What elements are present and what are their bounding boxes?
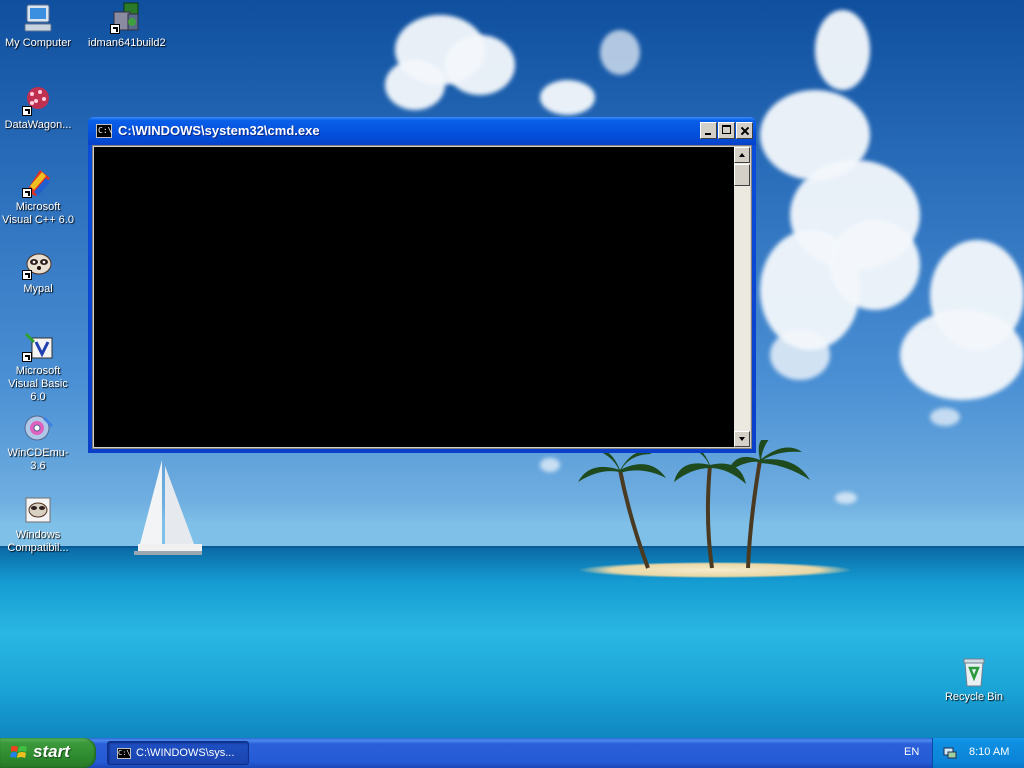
cmd-window[interactable]: C:\ C:\WINDOWS\system32\cmd.exe <box>88 117 756 453</box>
shortcut-arrow-icon <box>110 24 120 34</box>
window-title: C:\WINDOWS\system32\cmd.exe <box>118 123 320 138</box>
cloud <box>600 30 640 75</box>
desktop-icon-label: Microsoft Visual Basic 6.0 <box>8 365 68 403</box>
desktop-icon-wincdemu[interactable]: WinCDEmu-3.6 <box>0 412 76 473</box>
desktop-icon-visual-cpp[interactable]: Microsoft Visual C++ 6.0 <box>0 166 76 227</box>
desktop-icon-datawagon[interactable]: DataWagon... <box>0 84 76 132</box>
close-button[interactable] <box>736 122 753 139</box>
cloud <box>815 10 870 90</box>
cmd-app-icon[interactable]: C:\ <box>96 124 112 138</box>
cd-disc-icon <box>22 412 54 444</box>
shortcut-arrow-icon <box>22 106 32 116</box>
desktop-icon-my-computer[interactable]: My Computer <box>0 2 76 50</box>
console-frame <box>92 145 752 449</box>
system-tray: 8:10 AM <box>932 738 1024 768</box>
taskbar-button-cmd[interactable]: C:\ C:\WINDOWS\sys... <box>107 741 249 765</box>
desktop-icon-label: idman641build2 <box>88 37 166 49</box>
desktop-icon-visual-basic[interactable]: Microsoft Visual Basic 6.0 <box>0 330 76 404</box>
shortcut-arrow-icon <box>22 188 32 198</box>
desktop-icon-label: Mypal <box>23 283 53 295</box>
start-label: start <box>33 742 70 761</box>
console-output-area[interactable] <box>94 147 734 447</box>
desktop-icon-label: DataWagon... <box>4 119 72 131</box>
taskbar-button-label: C:\WINDOWS\sys... <box>136 747 235 759</box>
raccoon-icon <box>22 494 54 526</box>
shortcut-arrow-icon <box>22 270 32 280</box>
desktop-icon-windows-compatibility[interactable]: Windows Compatibil... <box>0 494 76 555</box>
cmd-task-icon: C:\ <box>117 748 131 759</box>
sailboat <box>134 460 202 555</box>
visual-basic-icon <box>22 330 54 362</box>
windows-logo-icon <box>10 746 27 758</box>
clock[interactable]: 8:10 AM <box>969 746 1009 758</box>
shortcut-arrow-icon <box>22 352 32 362</box>
taskbar: start C:\ C:\WINDOWS\sys... EN 8:10 AM <box>0 738 1024 768</box>
desktop-icon-label: My Computer <box>4 37 72 49</box>
desktop-icon-label: Microsoft Visual C++ 6.0 <box>2 201 74 226</box>
desktop-icon-mypal[interactable]: Mypal <box>0 248 76 296</box>
title-bar[interactable]: C:\ C:\WINDOWS\system32\cmd.exe <box>88 117 756 145</box>
language-indicator[interactable]: EN <box>904 746 919 758</box>
cloud <box>385 60 445 110</box>
computer-icon <box>22 2 54 34</box>
palm-trees <box>578 440 810 569</box>
datawagon-icon <box>22 84 54 116</box>
cloud <box>770 330 830 380</box>
installer-icon <box>110 2 142 34</box>
scroll-up-button[interactable] <box>734 147 750 163</box>
recycle-bin-icon <box>958 656 990 688</box>
cloud <box>900 310 1024 400</box>
maximize-button[interactable] <box>718 122 735 139</box>
start-button[interactable]: start <box>0 738 96 768</box>
sea <box>0 548 1024 738</box>
desktop-icon-recycle-bin[interactable]: Recycle Bin <box>936 656 1012 704</box>
cloud <box>930 408 960 426</box>
desktop-icon-label: Recycle Bin <box>944 691 1004 703</box>
network-icon[interactable] <box>942 745 958 761</box>
desktop-icon-label: WinCDEmu-3.6 <box>7 447 69 472</box>
vertical-scrollbar[interactable] <box>734 147 750 447</box>
desktop-icon-idman[interactable]: idman641build2 <box>88 2 166 50</box>
cloud <box>830 220 920 310</box>
cloud <box>445 35 515 95</box>
desktop-icon-label: Windows Compatibil... <box>7 529 69 554</box>
scroll-down-button[interactable] <box>734 431 750 447</box>
visual-cpp-icon <box>22 166 54 198</box>
minimize-button[interactable] <box>700 122 717 139</box>
cloud <box>540 80 595 115</box>
cloud <box>540 458 560 472</box>
scroll-thumb[interactable] <box>734 164 750 186</box>
desktop[interactable]: My Computer idman641build2 DataWagon... … <box>0 0 1024 738</box>
cloud <box>835 492 857 504</box>
raccoon-icon <box>22 248 54 280</box>
